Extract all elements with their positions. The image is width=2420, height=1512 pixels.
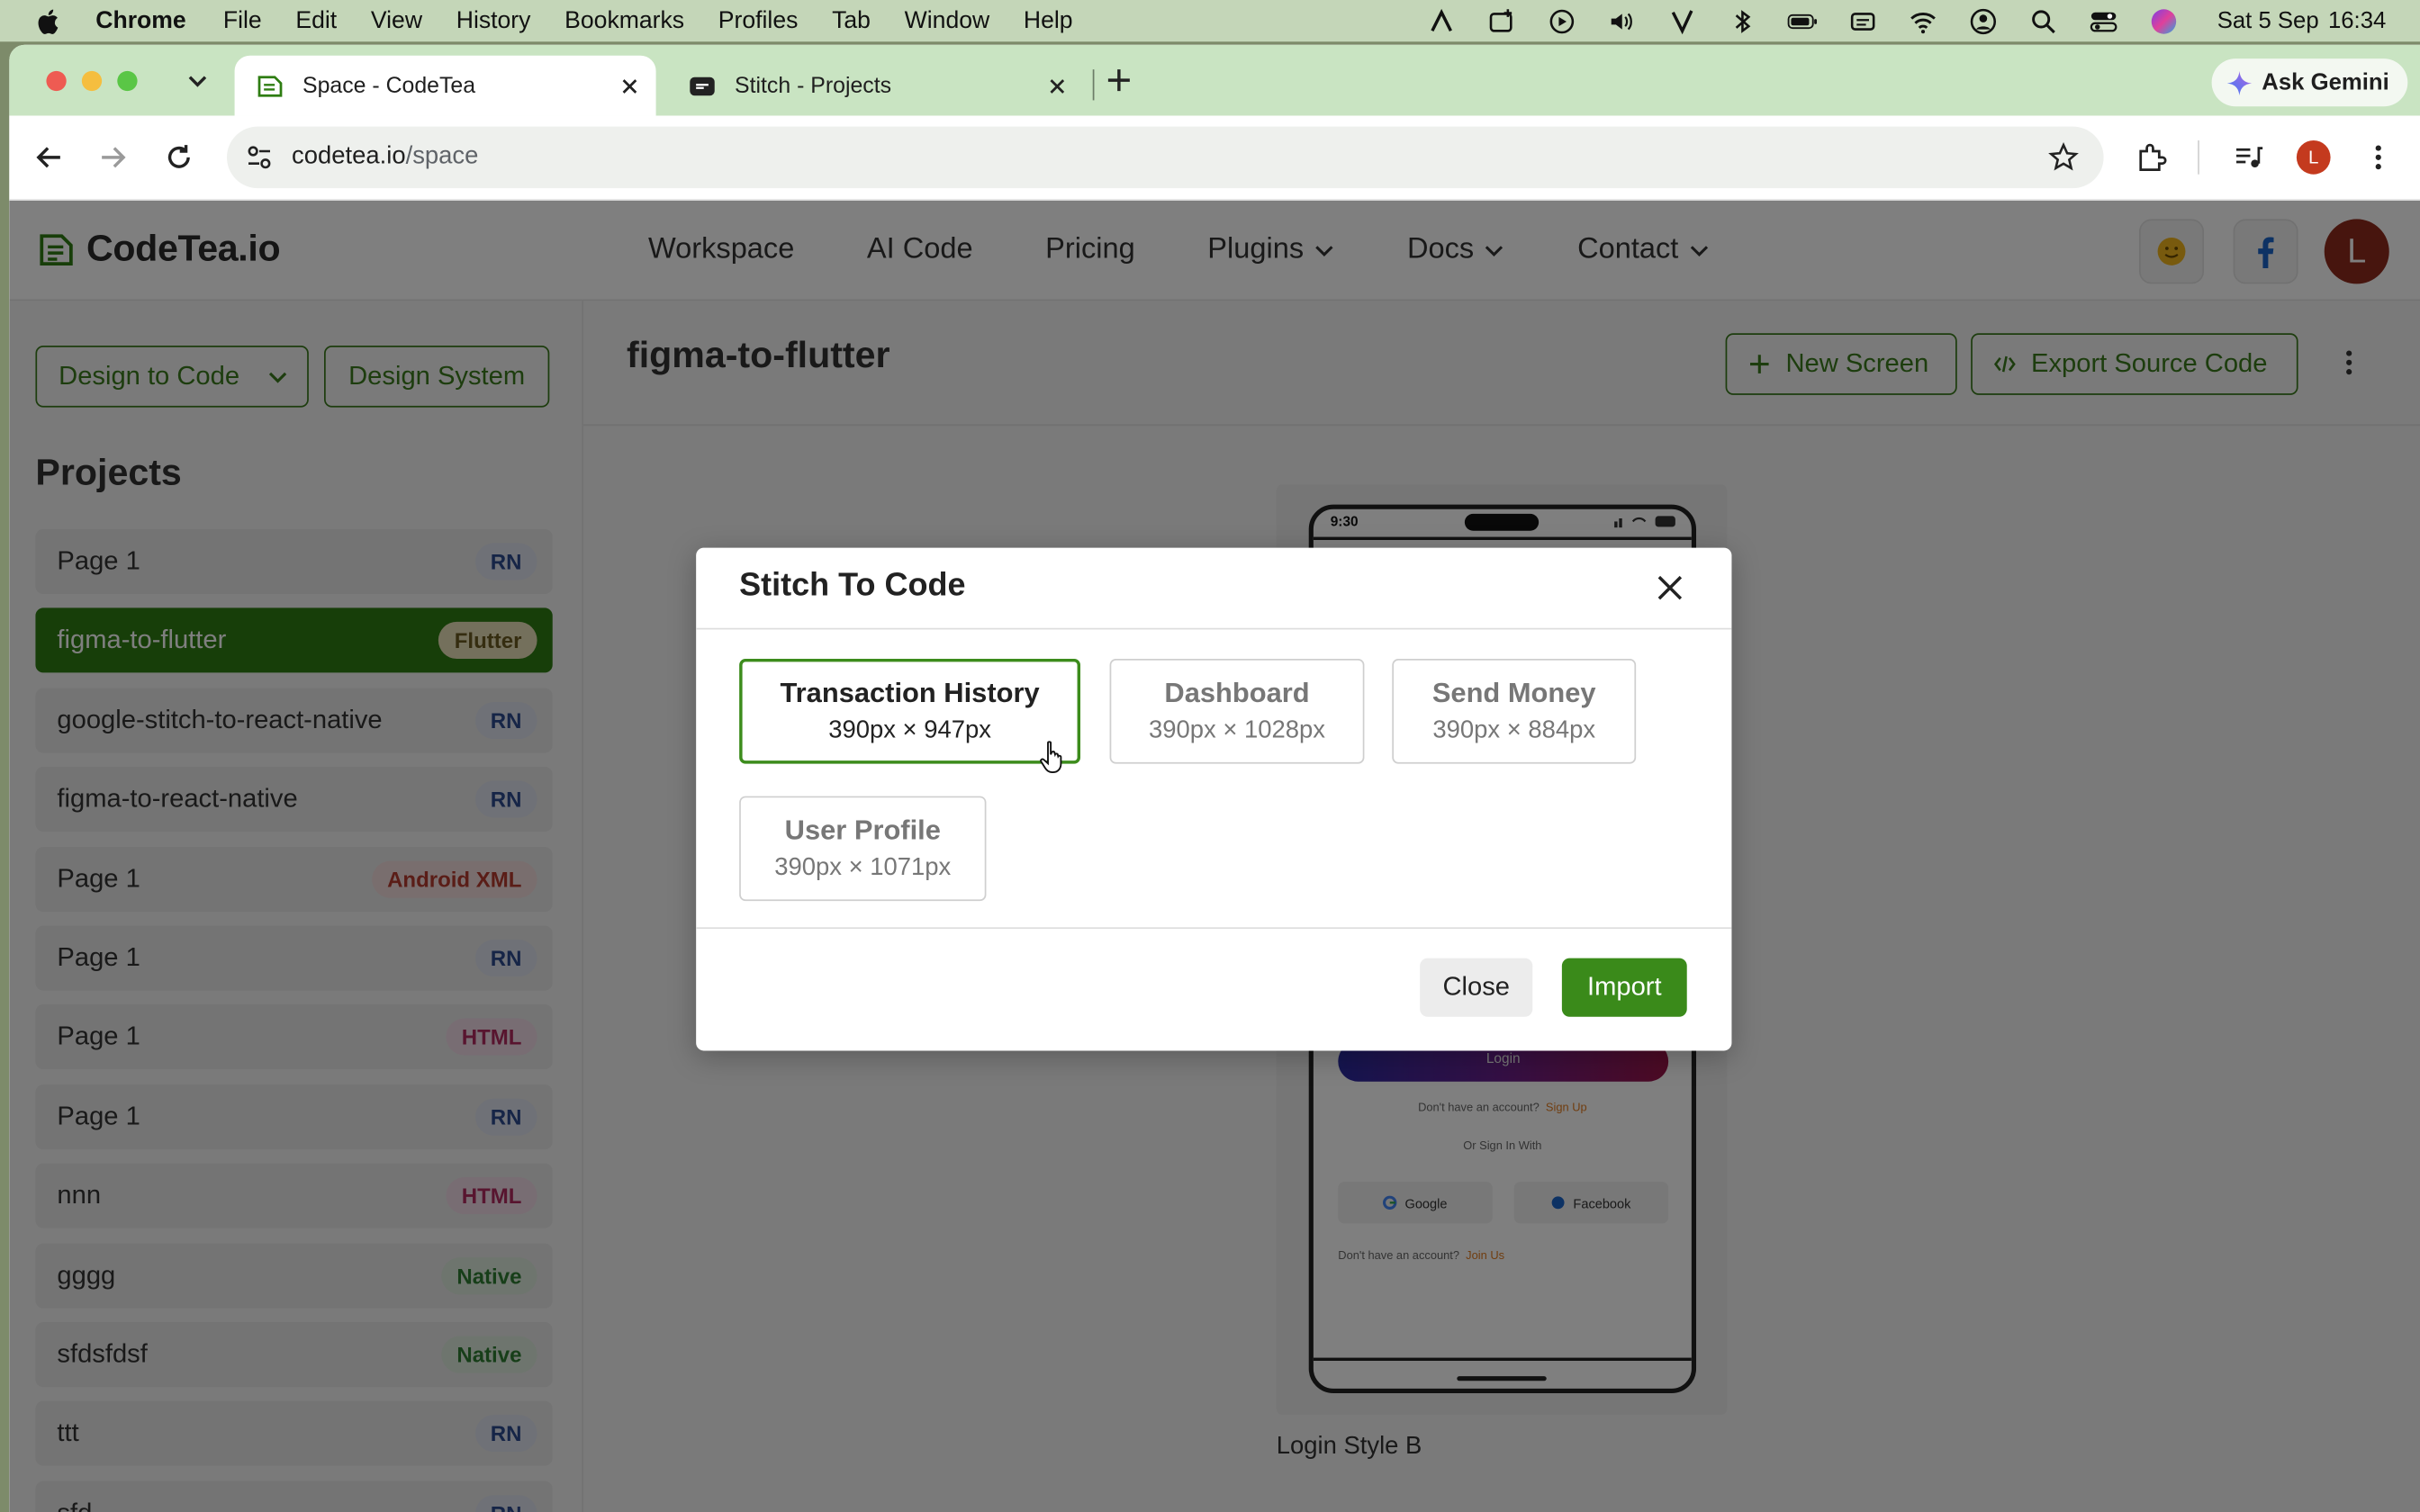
tab-search-chevron-icon[interactable] xyxy=(184,67,212,94)
screen-option-dims: 390px × 884px xyxy=(1432,717,1596,744)
window-close-button[interactable] xyxy=(46,70,67,92)
bluetooth-icon[interactable] xyxy=(1727,7,1757,35)
url-path: /space xyxy=(405,143,479,170)
font-tool-icon[interactable] xyxy=(1425,7,1456,35)
toolbar-divider xyxy=(2198,140,2199,175)
close-icon[interactable] xyxy=(1655,572,1685,603)
new-tab-plus-icon[interactable] xyxy=(1105,67,1133,94)
codetea-favicon-icon xyxy=(257,75,283,96)
back-arrow-icon[interactable] xyxy=(34,142,65,173)
user-account-icon[interactable] xyxy=(1967,7,1998,35)
menu-file[interactable]: File xyxy=(223,7,262,35)
stitch-favicon-icon xyxy=(690,76,715,95)
screen-option-name: Dashboard xyxy=(1164,677,1310,708)
menu-view[interactable]: View xyxy=(371,7,422,35)
screen-option-name: User Profile xyxy=(784,814,941,846)
screen-option-dims: 390px × 1071px xyxy=(774,854,952,881)
modal-footer-divider xyxy=(696,927,1732,930)
stitch-to-code-modal: Stitch To Code Transaction History 390px… xyxy=(696,547,1732,1051)
screen-option-user-profile[interactable]: User Profile 390px × 1071px xyxy=(739,796,987,902)
menu-history[interactable]: History xyxy=(456,7,531,35)
siri-icon[interactable] xyxy=(2148,7,2179,35)
ask-gemini-button[interactable]: Ask Gemini xyxy=(2212,58,2408,107)
screen-option-transaction-history[interactable]: Transaction History 390px × 947px xyxy=(739,659,1081,764)
screen-option-dims: 390px × 1028px xyxy=(1149,717,1325,744)
tab-title: Stitch - Projects xyxy=(735,73,892,98)
address-url[interactable]: codetea.io/space xyxy=(292,143,2048,171)
menubar-date: Sat 5 Sep xyxy=(2217,7,2319,34)
spotlight-search-icon[interactable] xyxy=(2027,7,2058,35)
import-button[interactable]: Import xyxy=(1561,958,1687,1017)
screen-add-icon[interactable] xyxy=(1485,7,1516,35)
chrome-menu-kebab-icon[interactable] xyxy=(2363,142,2394,173)
window-minimize-button[interactable] xyxy=(81,70,103,92)
modal-header: Stitch To Code xyxy=(696,548,1732,630)
browser-window: Space - CodeTea Stitch - Projects Ask Ge… xyxy=(9,44,2420,1512)
macos-menubar: Chrome File Edit View History Bookmarks … xyxy=(0,0,2420,42)
tab-title: Space - CodeTea xyxy=(302,73,476,98)
battery-icon[interactable] xyxy=(1786,7,1817,35)
browser-toolbar: codetea.io/space L xyxy=(9,115,2420,201)
wifi-icon[interactable] xyxy=(1907,7,1937,35)
play-circle-icon[interactable] xyxy=(1546,7,1576,35)
gemini-sparkle-icon xyxy=(2227,70,2253,95)
screen-option-name: Send Money xyxy=(1431,677,1596,708)
forward-arrow-icon[interactable] xyxy=(97,142,128,173)
chrome-profile-avatar[interactable]: L xyxy=(2296,140,2331,175)
menu-tab[interactable]: Tab xyxy=(832,7,871,35)
address-bar[interactable]: codetea.io/space xyxy=(227,126,2104,189)
keyboard-icon[interactable] xyxy=(1847,7,1877,35)
site-info-tune-icon[interactable] xyxy=(246,143,274,171)
screen-option-dims: 390px × 947px xyxy=(828,717,991,744)
ask-gemini-label: Ask Gemini xyxy=(2262,69,2389,96)
screen-options: Transaction History 390px × 947px Dashbo… xyxy=(739,659,1696,905)
tab-space-codetea[interactable]: Space - CodeTea xyxy=(234,55,656,116)
control-center-icon[interactable] xyxy=(2088,7,2118,35)
close-button[interactable]: Close xyxy=(1420,958,1533,1017)
menu-window[interactable]: Window xyxy=(905,7,990,35)
menu-app-chrome[interactable]: Chrome xyxy=(95,7,185,35)
tab-close-icon[interactable] xyxy=(619,75,640,96)
tab-close-icon[interactable] xyxy=(1046,75,1068,96)
screen-option-name: Transaction History xyxy=(780,677,1040,708)
reload-icon[interactable] xyxy=(164,142,194,173)
menubar-clock[interactable]: Sat 5 Sep 16:34 xyxy=(2208,7,2387,34)
menu-profiles[interactable]: Profiles xyxy=(718,7,799,35)
tab-separator xyxy=(1092,69,1095,101)
menu-bookmarks[interactable]: Bookmarks xyxy=(564,7,684,35)
modal-title: Stitch To Code xyxy=(739,567,966,604)
bookmark-star-icon[interactable] xyxy=(2048,142,2079,173)
volume-icon[interactable] xyxy=(1606,7,1637,35)
screen-option-dashboard[interactable]: Dashboard 390px × 1028px xyxy=(1109,659,1365,764)
window-zoom-button[interactable] xyxy=(117,70,138,92)
extensions-puzzle-icon[interactable] xyxy=(2136,142,2167,173)
apple-icon[interactable] xyxy=(34,5,65,36)
media-queue-icon[interactable] xyxy=(2234,142,2264,173)
menu-edit[interactable]: Edit xyxy=(295,7,337,35)
url-host: codetea.io xyxy=(292,143,406,170)
tab-stitch-projects[interactable]: Stitch - Projects xyxy=(667,56,1084,116)
pointer-hand-cursor-icon xyxy=(1040,741,1062,773)
menu-help[interactable]: Help xyxy=(1024,7,1073,35)
tab-strip: Space - CodeTea Stitch - Projects Ask Ge… xyxy=(9,44,2420,116)
v-app-icon[interactable] xyxy=(1666,7,1697,35)
menubar-time: 16:34 xyxy=(2327,7,2387,34)
screen-option-send-money[interactable]: Send Money 390px × 884px xyxy=(1392,659,1637,764)
